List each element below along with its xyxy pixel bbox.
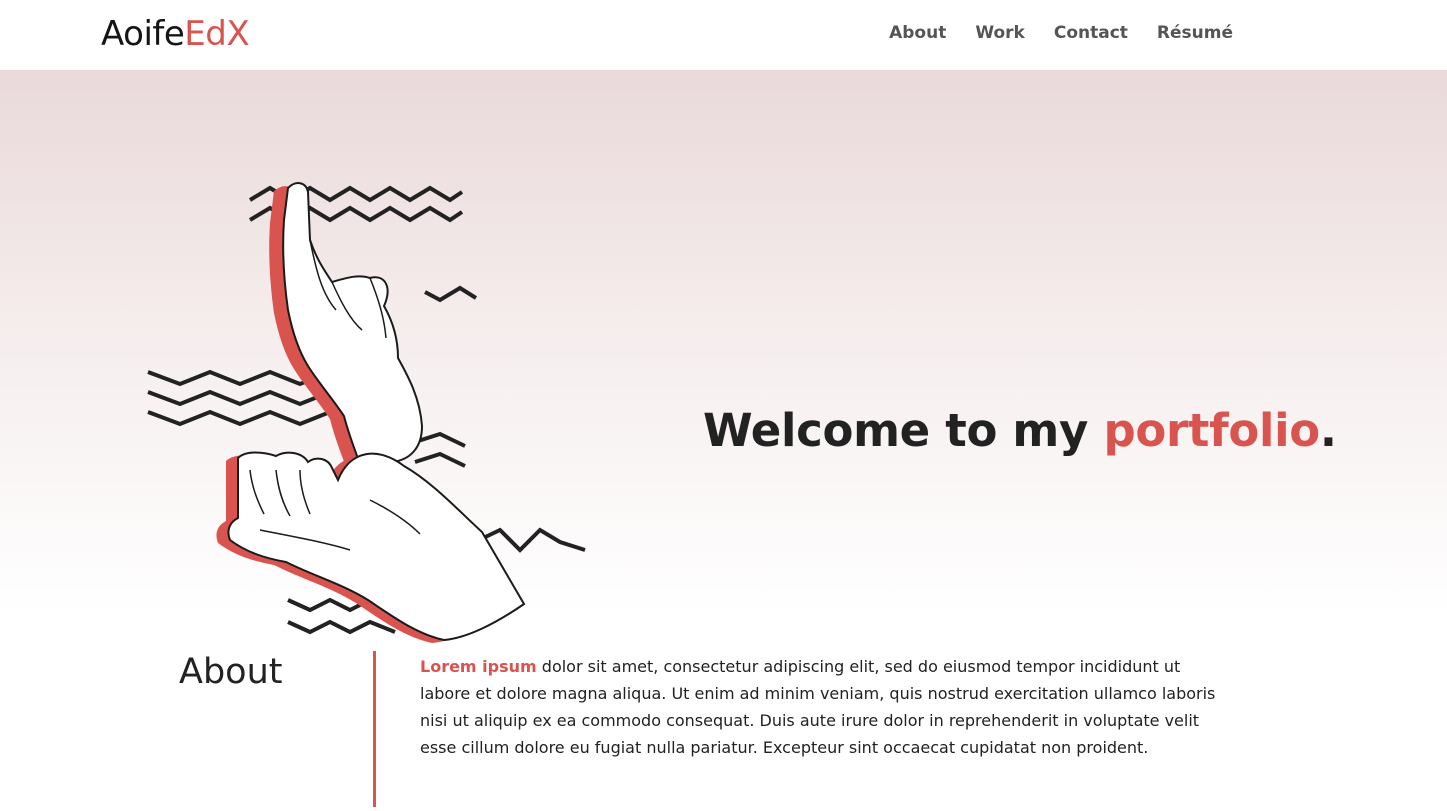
hero-heading-prefix: Welcome to my (703, 404, 1104, 458)
brand-name-part2: EdX (184, 14, 250, 54)
about-lead: Lorem ipsum (420, 657, 537, 676)
about-divider (373, 651, 376, 807)
brand-name-part1: Aoife (101, 14, 185, 54)
about-title: About (179, 652, 283, 692)
hero-heading-accent: portfolio (1103, 404, 1320, 458)
hands-illustration (147, 182, 586, 643)
nav-link-about[interactable]: About (889, 22, 946, 44)
hero-heading-suffix: . (1319, 404, 1337, 458)
main-nav: About Work Contact Résumé (889, 22, 1233, 44)
nav-link-contact[interactable]: Contact (1054, 22, 1128, 44)
navbar: AoifeEdX About Work Contact Résumé (0, 0, 1447, 70)
nav-link-resume[interactable]: Résumé (1157, 22, 1233, 44)
brand-logo[interactable]: AoifeEdX (101, 12, 250, 56)
about-text: Lorem ipsum dolor sit amet, consectetur … (420, 653, 1220, 761)
hero-heading: Welcome to my portfolio. (703, 403, 1337, 459)
about-body-text: dolor sit amet, consectetur adipiscing e… (420, 657, 1216, 757)
hero-section: Welcome to my portfolio. (0, 70, 1447, 643)
nav-link-work[interactable]: Work (975, 22, 1025, 44)
